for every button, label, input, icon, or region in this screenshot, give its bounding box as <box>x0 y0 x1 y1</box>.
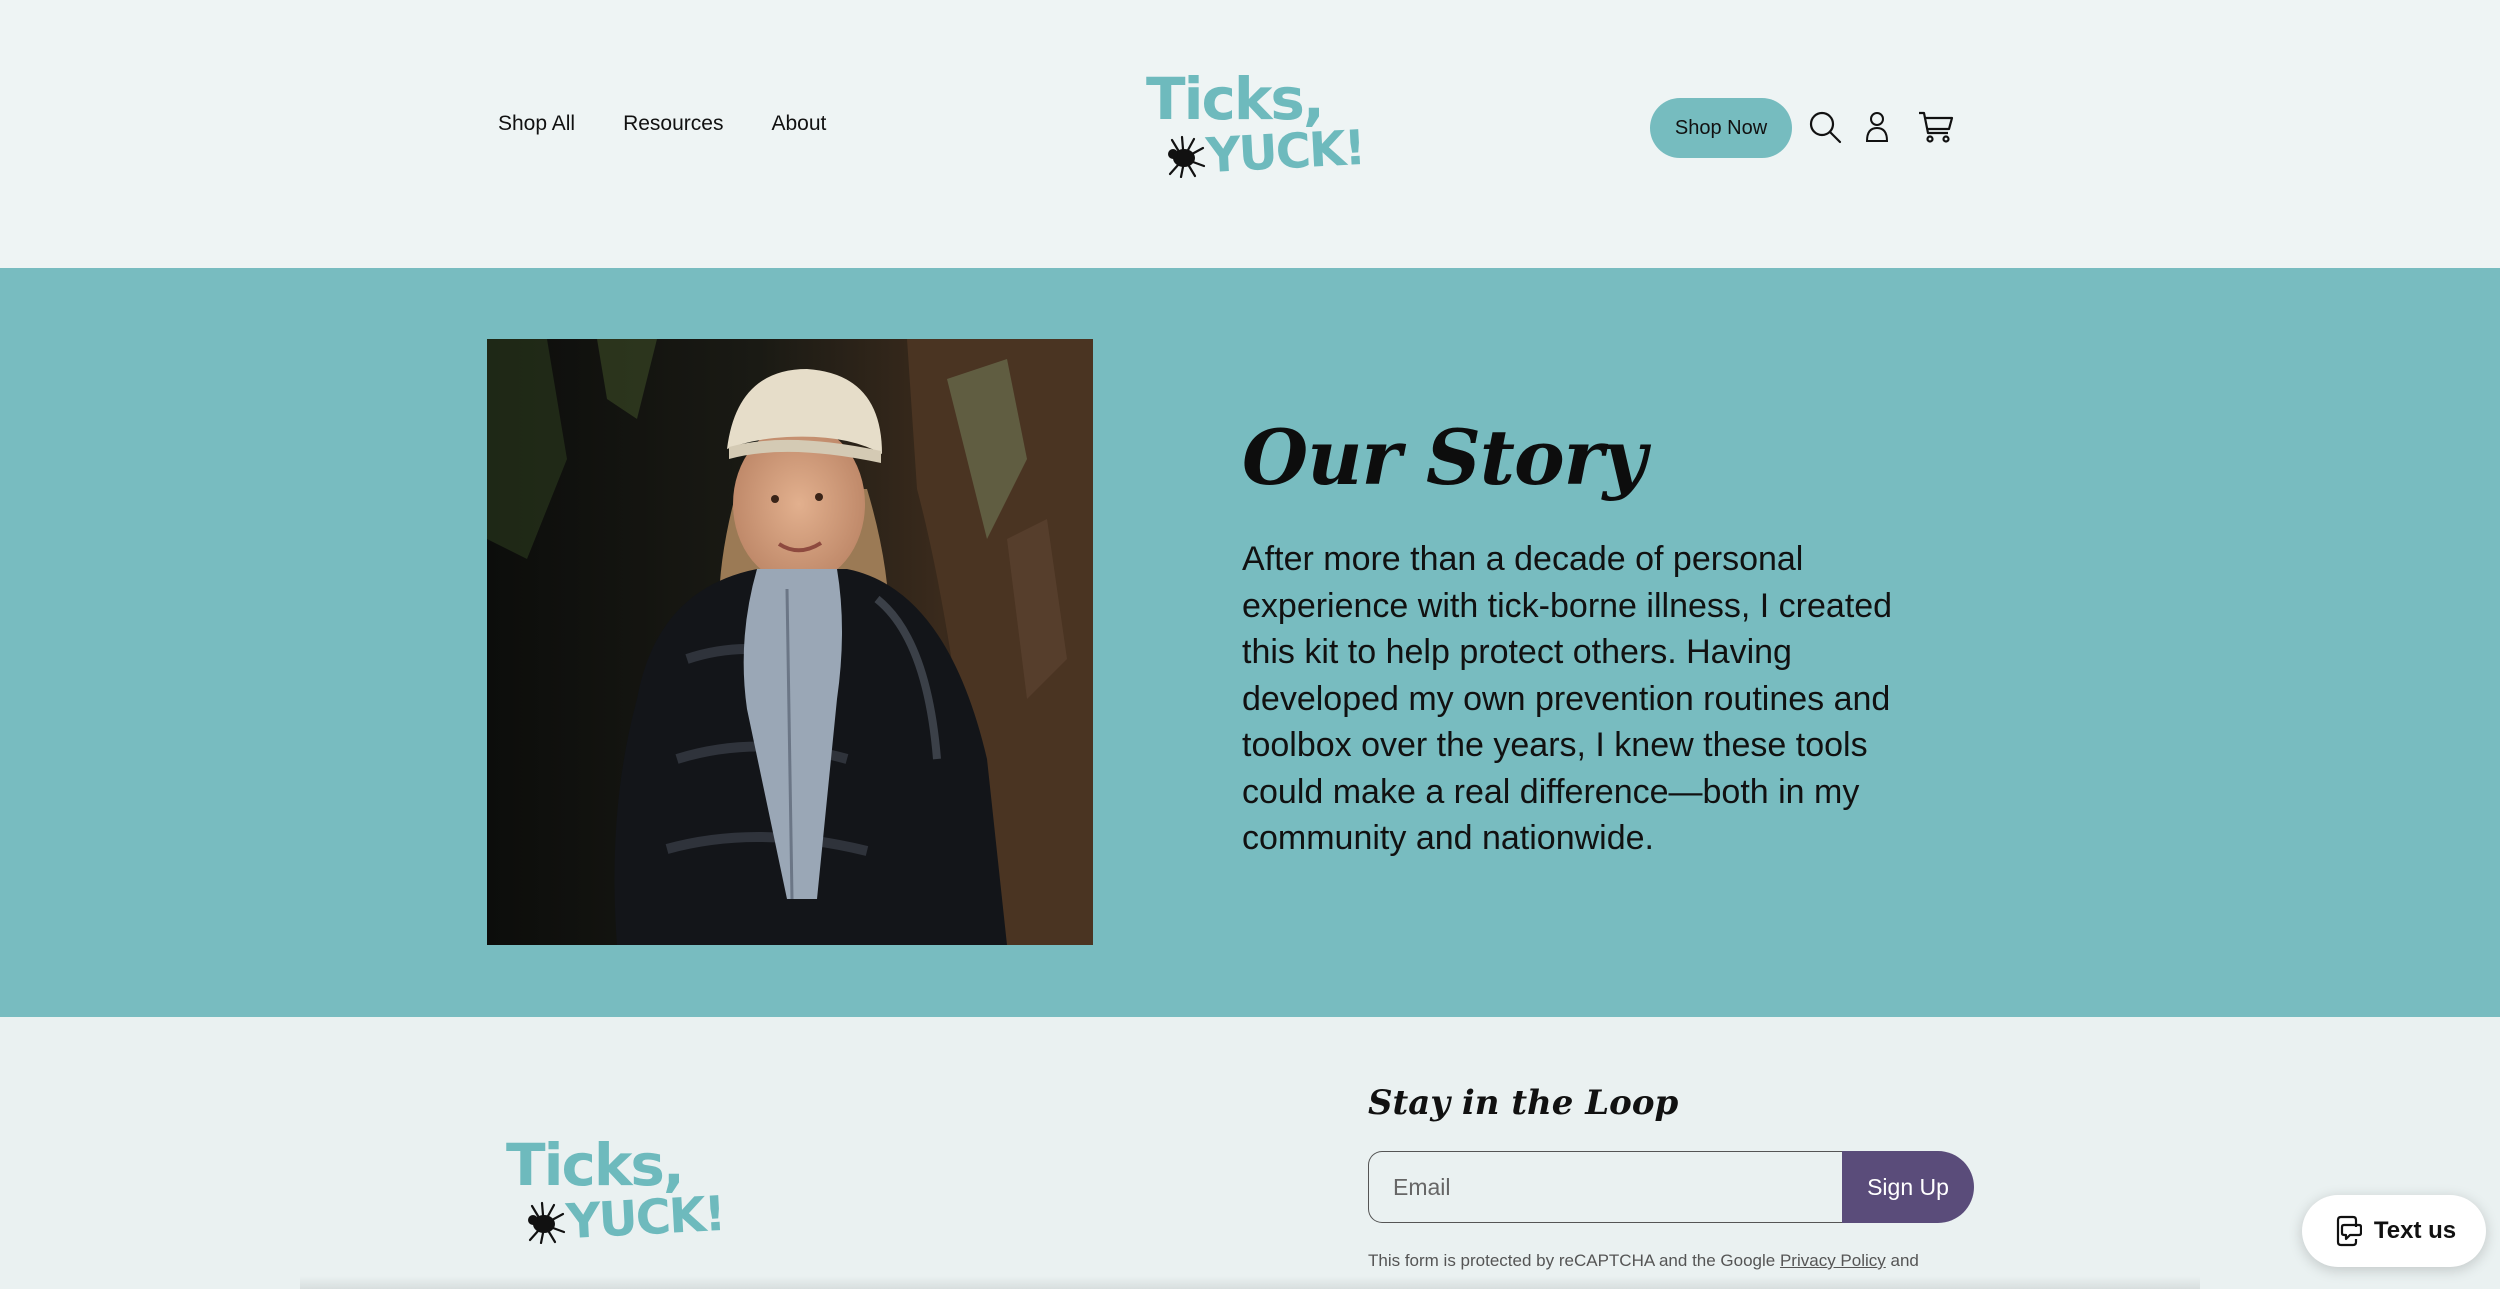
logo-word-ticks: Ticks, <box>506 1131 685 1199</box>
email-input[interactable] <box>1368 1151 1848 1223</box>
newsletter-title: Stay in the Loop <box>1368 1083 1679 1123</box>
logo-word-ticks: Ticks, <box>1146 65 1325 133</box>
text-us-label: Text us <box>2373 1217 2457 1244</box>
text-us-button[interactable]: Text us <box>2302 1195 2486 1267</box>
recaptcha-suffix: and <box>1885 1251 1919 1270</box>
footer-logo[interactable]: Ticks, YUCK! <box>506 1136 725 1251</box>
footer-shadow <box>300 1276 2200 1289</box>
our-story-section: Our Story After more than a decade of pe… <box>0 268 2500 1017</box>
tick-icon <box>528 1201 566 1244</box>
recaptcha-notice: This form is protected by reCAPTCHA and … <box>1368 1251 1919 1271</box>
founder-photo <box>487 339 1093 945</box>
nav-resources[interactable]: Resources <box>623 112 723 136</box>
site-logo[interactable]: Ticks, YUCK! <box>1146 70 1365 185</box>
recaptcha-prefix: This form is protected by reCAPTCHA and … <box>1368 1251 1780 1270</box>
story-body: After more than a decade of personal exp… <box>1242 540 1893 857</box>
shop-now-button[interactable]: Shop Now <box>1650 98 1792 158</box>
privacy-policy-link[interactable]: Privacy Policy <box>1780 1251 1886 1270</box>
story-title: Our Story <box>1242 413 1647 502</box>
nav-about[interactable]: About <box>771 112 826 136</box>
nav-shop-all[interactable]: Shop All <box>498 112 575 136</box>
logo-word-yuck: YUCK! <box>1204 119 1366 185</box>
tick-icon <box>1168 135 1206 178</box>
cart-icon[interactable] <box>1915 106 1957 148</box>
search-icon[interactable] <box>1804 106 1846 148</box>
account-icon[interactable] <box>1856 106 1898 148</box>
site-footer <box>0 1017 2500 1289</box>
main-nav: Shop All Resources About <box>498 112 826 136</box>
chat-icon <box>2336 1215 2362 1247</box>
site-header: Shop All Resources About Ticks, YUCK! Sh… <box>0 0 2500 268</box>
logo-word-yuck: YUCK! <box>564 1185 726 1251</box>
sign-up-button[interactable]: Sign Up <box>1842 1151 1974 1223</box>
